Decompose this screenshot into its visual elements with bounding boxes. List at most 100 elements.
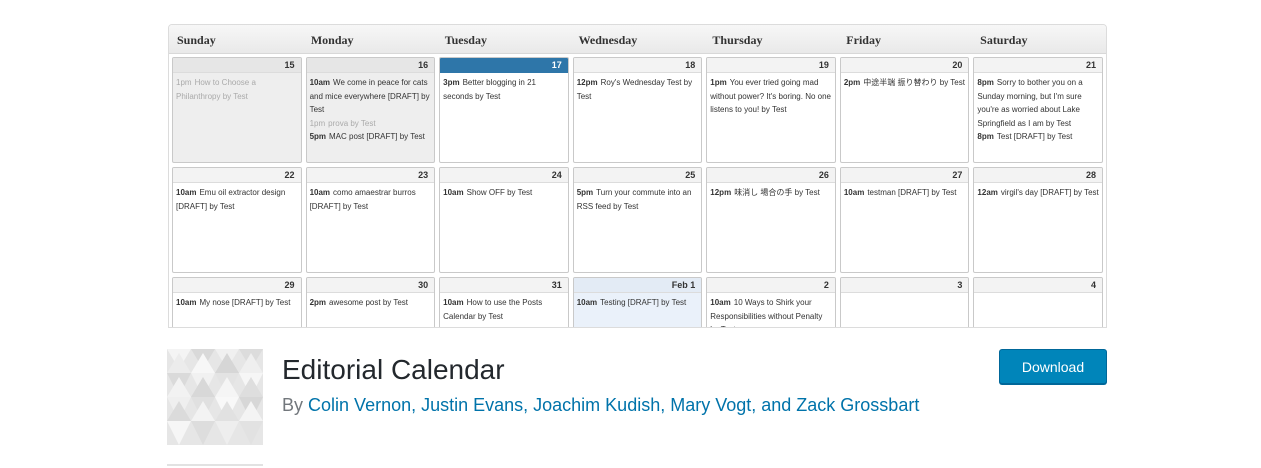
post-title: virgil's day [DRAFT] by Test <box>1000 188 1099 197</box>
day-name-sunday: Sunday <box>177 33 216 47</box>
calendar-post[interactable]: 10am Testing [DRAFT] by Test <box>574 296 702 310</box>
calendar-post[interactable]: 3pm Better blogging in 21 seconds by Test <box>440 76 568 103</box>
calendar-day-cell[interactable]: Feb 1 10am Testing [DRAFT] by Test <box>572 277 703 327</box>
post-time: 10am <box>176 298 197 307</box>
calendar-day-cell[interactable]: 31 10am How to use the Posts Calendar by T… <box>439 277 569 327</box>
calendar-post[interactable]: 12pm Roy's Wednesday Test by Test <box>574 76 702 103</box>
calendar-day-cell[interactable]: 4 <box>973 277 1103 327</box>
post-time: 2pm <box>843 78 861 87</box>
calendar-day-cell[interactable]: 29 10am My nose [DRAFT] by Test <box>172 277 302 327</box>
post-time: 12pm <box>576 78 598 87</box>
calendar-post[interactable]: 1pm You ever tried going mad without powe… <box>707 76 835 117</box>
post-title: 味消し 場合の手 by Test <box>734 188 820 197</box>
calendar-post[interactable]: 5pm MAC post [DRAFT] by Test <box>307 130 435 144</box>
calendar-post[interactable]: 8pm Sorry to bother you on a Sunday morni… <box>974 76 1102 130</box>
day-number: 30 <box>306 278 435 293</box>
day-number: 15 <box>173 58 301 73</box>
post-time: 5pm <box>309 132 327 141</box>
post-title: Test [DRAFT] by Test <box>996 132 1073 141</box>
day-number: Feb 1 <box>573 278 702 293</box>
calendar-grid: 15 1pm How to Choose a Philanthropy by Tes… <box>169 54 1106 327</box>
calendar-day-cell[interactable]: 20 2pm 中途半端 振り替わり by Test <box>839 57 970 163</box>
day-name-wednesday: Wednesday <box>578 33 638 47</box>
post-title: testman [DRAFT] by Test <box>867 188 957 197</box>
calendar-day-cell[interactable]: 28 12am virgil's day [DRAFT] by Test <box>973 167 1103 273</box>
day-number: 23 <box>306 168 435 183</box>
calendar-day-cell[interactable]: 17 3pm Better blogging in 21 seconds by Te… <box>439 57 569 163</box>
day-number: 28 <box>974 168 1102 183</box>
calendar-day-cell[interactable]: 23 10am como amaestrar burros [DRAFT] by T… <box>305 167 436 273</box>
post-time: 1pm <box>309 118 326 128</box>
post-time: 10am <box>443 188 464 197</box>
post-title: Testing [DRAFT] by Test <box>600 298 687 307</box>
post-title: You ever tried going mad without power? … <box>710 78 831 114</box>
calendar-post[interactable]: 10am My nose [DRAFT] by Test <box>173 296 301 310</box>
post-time: 2pm <box>309 298 327 307</box>
post-time: 12am <box>977 188 998 197</box>
calendar-post[interactable]: 1pm prova by Test <box>307 117 435 131</box>
post-title: My nose [DRAFT] by Test <box>199 298 291 307</box>
day-number: 31 <box>440 278 568 293</box>
calendar-post[interactable]: 10am como amaestrar burros [DRAFT] by Tes… <box>307 186 435 213</box>
calendar-day-cell[interactable]: 27 10am testman [DRAFT] by Test <box>839 167 970 273</box>
post-time: 10am <box>309 78 331 87</box>
calendar-day-cell[interactable]: 21 8pm Sorry to bother you on a Sunday mor… <box>973 57 1103 163</box>
calendar-day-cell[interactable]: 18 12pm Roy's Wednesday Test by Test <box>572 57 703 163</box>
plugin-byline: By Colin Vernon, Justin Evans, Joachim K… <box>282 393 919 417</box>
calendar-post[interactable]: 8pm Test [DRAFT] by Test <box>974 130 1102 144</box>
post-time: 5pm <box>576 188 594 197</box>
calendar-day-cell[interactable]: 30 2pm awesome post by Test <box>305 277 436 327</box>
download-button[interactable]: Download <box>999 349 1107 384</box>
post-time: 12pm <box>710 188 732 197</box>
post-title: Show OFF by Test <box>466 188 533 197</box>
calendar-day-cell[interactable]: 22 10am Emu oil extractor design [DRAFT] b… <box>172 167 302 273</box>
post-title: prova by Test <box>328 118 376 128</box>
calendar-day-cell[interactable]: 26 12pm 味消し 場合の手 by Test <box>706 167 836 273</box>
day-number: 22 <box>173 168 301 183</box>
day-number: 20 <box>840 58 969 73</box>
plugin-authors-link[interactable]: Colin Vernon, Justin Evans, Joachim Kudi… <box>308 395 919 415</box>
calendar-post[interactable]: 12pm 味消し 場合の手 by Test <box>707 186 835 200</box>
day-number: 21 <box>974 58 1102 73</box>
calendar-day-cell[interactable]: 24 10am Show OFF by Test <box>439 167 569 273</box>
day-number: 3 <box>840 278 969 293</box>
calendar-post[interactable]: 10am We come in peace for cats and mice e… <box>307 76 435 117</box>
day-name-saturday: Saturday <box>980 33 1028 47</box>
calendar-post[interactable]: 5pm Turn your commute into an RSS feed by… <box>574 186 702 213</box>
calendar-day-cell[interactable]: 25 5pm Turn your commute into an RSS feed … <box>572 167 703 273</box>
day-name-thursday: Thursday <box>712 33 763 47</box>
calendar-post[interactable]: 10am testman [DRAFT] by Test <box>841 186 969 200</box>
plugin-banner-calendar: Sunday Monday Tuesday Wednesday Thursday Frid… <box>168 24 1107 328</box>
icon-divider <box>167 464 263 466</box>
post-time: 8pm <box>977 78 994 87</box>
post-time: 10am <box>309 188 331 197</box>
post-time: 1pm <box>710 78 727 87</box>
calendar-day-cell[interactable]: 3 <box>839 277 970 327</box>
post-time: 10am <box>843 188 865 197</box>
calendar-post[interactable]: 2pm 中途半端 振り替わり by Test <box>841 76 969 90</box>
day-number: 18 <box>573 58 702 73</box>
day-number: 25 <box>573 168 702 183</box>
post-title: 中途半端 振り替わり by Test <box>863 78 965 87</box>
calendar-post[interactable]: 12am virgil's day [DRAFT] by Test <box>974 186 1102 200</box>
calendar-post[interactable]: 10am Show OFF by Test <box>440 186 568 200</box>
day-number: 24 <box>440 168 568 183</box>
calendar-day-cell[interactable]: 16 10am We come in peace for cats and mice… <box>305 57 436 163</box>
post-time: 1pm <box>176 78 192 87</box>
day-name-monday: Monday <box>310 33 354 47</box>
calendar-post[interactable]: 2pm awesome post by Test <box>307 296 435 310</box>
day-number: 2 <box>707 278 835 293</box>
post-time: 3pm <box>443 78 460 87</box>
post-time: 10am <box>176 188 197 197</box>
post-title: MAC post [DRAFT] by Test <box>329 132 425 141</box>
by-label: By <box>282 395 304 415</box>
calendar-post[interactable]: 10am Emu oil extractor design [DRAFT] by … <box>173 186 301 213</box>
calendar-post[interactable]: 10am How to use the Posts Calendar by Tes… <box>440 296 568 323</box>
calendar-day-cell[interactable]: 2 10am 10 Ways to Shirk your Responsibilit… <box>706 277 836 327</box>
calendar-day-cell[interactable]: 19 1pm You ever tried going mad without po… <box>706 57 836 163</box>
calendar-day-cell[interactable]: 15 1pm How to Choose a Philanthropy by Tes… <box>172 57 302 163</box>
calendar-post[interactable]: 10am 10 Ways to Shirk your Responsibiliti… <box>707 296 835 327</box>
post-time: 10am <box>710 298 731 307</box>
calendar-post[interactable]: 1pm How to Choose a Philanthropy by Test <box>173 76 301 103</box>
plugin-icon <box>167 349 263 445</box>
